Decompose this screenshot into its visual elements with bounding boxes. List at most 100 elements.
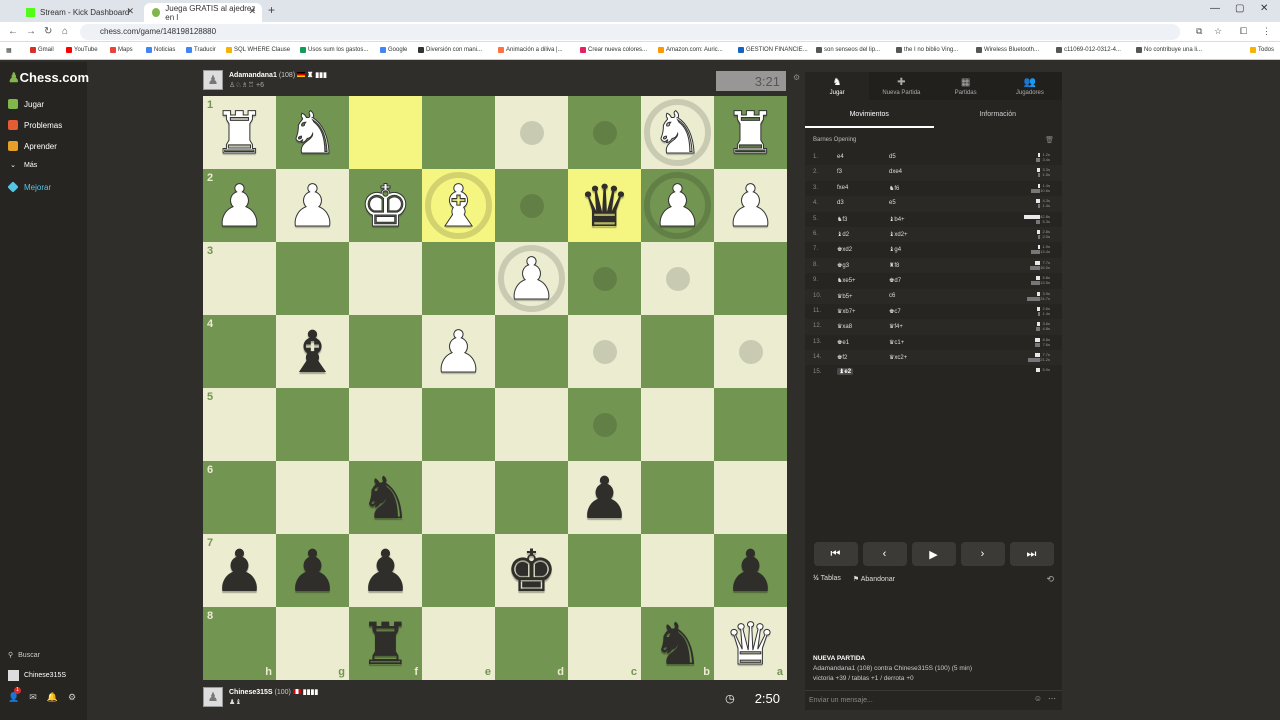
board-square[interactable]: ♝	[422, 169, 495, 242]
black-move[interactable]: ♛xc2+	[889, 354, 907, 361]
board-square[interactable]: ♝	[276, 315, 349, 388]
minimize-icon[interactable]: —	[1210, 3, 1220, 14]
white-pawn-icon[interactable]: ♟	[286, 176, 339, 235]
board-square[interactable]: 8h	[203, 607, 276, 680]
white-move[interactable]: f3	[837, 169, 842, 175]
bookmark-item[interactable]: Google	[380, 47, 407, 53]
white-pawn-icon[interactable]: ♟	[724, 176, 777, 235]
white-move[interactable]: ♞f3	[837, 216, 847, 223]
board-square[interactable]: ♟	[714, 169, 787, 242]
white-move[interactable]: ♛xa8	[837, 323, 852, 330]
white-move[interactable]: ♝d2	[837, 231, 849, 238]
bookmark-item[interactable]: Noticias	[146, 47, 175, 53]
black-bishop-icon[interactable]: ♝	[287, 323, 339, 381]
back-icon[interactable]: ←	[8, 26, 18, 37]
board-square[interactable]: ♟	[349, 534, 422, 607]
white-pawn-icon[interactable]: ♟	[213, 176, 266, 235]
menu-icon[interactable]: ⋮	[1262, 26, 1271, 37]
sidebar-item-mejorar[interactable]: Mejorar	[7, 181, 51, 193]
board-square[interactable]: ♟	[714, 534, 787, 607]
black-pawn-icon[interactable]: ♟	[725, 542, 777, 600]
white-king-icon[interactable]: ♚	[359, 176, 412, 235]
home-icon[interactable]: ⌂	[62, 26, 68, 37]
bookmark-item[interactable]: GESTION FINANCIE...	[738, 47, 808, 53]
install-icon[interactable]: ⧉	[1196, 26, 1202, 37]
url-input[interactable]: chess.com/game/148198128880	[80, 24, 1180, 40]
tab-partidas[interactable]: ▦ Partidas	[934, 72, 998, 100]
white-move[interactable]: ♚g3	[837, 262, 849, 269]
board-square[interactable]: 5	[203, 388, 276, 461]
white-move[interactable]: ♚e1	[837, 339, 849, 346]
board-square[interactable]: ♟	[422, 315, 495, 388]
bookmark-item[interactable]: the I no biblio Ving...	[896, 47, 958, 53]
black-move[interactable]: ♚c7	[889, 308, 901, 315]
move-hint-dot[interactable]	[592, 266, 617, 291]
board-square[interactable]	[641, 534, 714, 607]
sidebar-item-aprender[interactable]: Aprender	[8, 141, 57, 151]
black-move[interactable]: ♚d7	[889, 277, 901, 284]
bookmark-item[interactable]: YouTube	[66, 47, 98, 53]
board-square[interactable]: ♟	[276, 534, 349, 607]
bookmark-item[interactable]: Animación a diliva |...	[498, 47, 563, 53]
chess-board[interactable]: ♜ 1 ♞ ♞ ♜ ♟ 2 ♟ ♚ ♝ ♛ ♟ ♟ 3 ♟ 4 ♝ ♟ 5 6 ♞ ♟ ♟ 7 ♟ ♟ ♚ ♟ 8 h g ♜ f e d c ♞ b ♛ a	[203, 96, 787, 680]
board-square[interactable]	[641, 242, 714, 315]
board-square[interactable]: d	[495, 607, 568, 680]
bookmark-item[interactable]: Amazon.com: Auric...	[658, 47, 723, 53]
black-knight-icon[interactable]: ♞	[360, 469, 412, 527]
board-square[interactable]: g	[276, 607, 349, 680]
board-square[interactable]	[276, 388, 349, 461]
move-hint-dot[interactable]	[519, 120, 544, 145]
bookmark-item[interactable]: c11069-012-0312-4...	[1056, 47, 1121, 53]
avatar[interactable]: ♟	[203, 687, 223, 707]
board-square[interactable]	[349, 315, 422, 388]
board-square[interactable]	[641, 315, 714, 388]
bookmark-item[interactable]: Traducir	[186, 47, 216, 53]
white-move[interactable]: ♝e2	[837, 368, 854, 376]
trash-icon[interactable]: 🗑	[1045, 136, 1054, 144]
tab-movimientos[interactable]: Movimientos	[805, 106, 934, 128]
black-pawn-icon[interactable]: ♟	[579, 469, 631, 527]
emoji-icon[interactable]: ☺	[1034, 694, 1042, 703]
black-knight-icon[interactable]: ♞	[652, 615, 704, 673]
bookmark-item[interactable]: Maps	[110, 47, 133, 53]
more-icon[interactable]: ⋯	[1048, 694, 1056, 703]
messages-icon[interactable]: ✉	[29, 692, 37, 703]
board-square[interactable]: ♟	[495, 242, 568, 315]
white-move[interactable]: ♛xb7+	[837, 308, 856, 315]
board-square[interactable]: ♟	[568, 461, 641, 534]
white-knight-icon[interactable]: ♞	[286, 103, 339, 162]
bookmark-item[interactable]: son senseos del lip...	[816, 47, 880, 53]
move-hint-dot[interactable]	[592, 120, 617, 145]
bookmark-star-icon[interactable]: ☆	[1214, 26, 1222, 37]
black-pawn-icon[interactable]: ♟	[287, 542, 339, 600]
board-square[interactable]: ♞	[349, 461, 422, 534]
sidebar-item-mas[interactable]: ⌄ Más	[8, 161, 37, 170]
board-square[interactable]	[495, 96, 568, 169]
board-square[interactable]	[714, 461, 787, 534]
next-move-button[interactable]: ›	[960, 542, 1005, 566]
white-rook-icon[interactable]: ♜	[724, 103, 777, 162]
bookmark-item[interactable]: Usos sum los gastos...	[300, 47, 368, 53]
close-icon[interactable]: ✕	[248, 6, 256, 17]
tab-jugadores[interactable]: 👥 Jugadores	[998, 72, 1062, 100]
tab-jugar[interactable]: ♞ Jugar	[805, 72, 870, 100]
move-hint-dot[interactable]	[519, 193, 544, 218]
play-button[interactable]: ▶	[911, 542, 956, 566]
board-square[interactable]	[495, 388, 568, 461]
top-player-name[interactable]: Adamandana1 (108) ♜ ▮▮▮	[229, 71, 327, 79]
first-move-button[interactable]: ⏮	[813, 542, 858, 566]
move-hint-dot[interactable]	[592, 339, 617, 364]
white-move[interactable]: fxe4	[837, 185, 848, 191]
board-square[interactable]: 4	[203, 315, 276, 388]
reload-icon[interactable]: ↻	[44, 26, 52, 37]
board-square[interactable]: ♜	[714, 96, 787, 169]
board-square[interactable]: ♜ f	[349, 607, 422, 680]
black-move[interactable]: ♛c1+	[889, 339, 904, 346]
move-hint-ring[interactable]	[644, 99, 711, 166]
black-move[interactable]: dxe4	[889, 169, 902, 175]
extensions-icon[interactable]: ⧠	[1240, 26, 1247, 37]
bookmark-item[interactable]: SQL WHERE Clause	[226, 47, 290, 53]
previous-move-button[interactable]: ‹	[862, 542, 907, 566]
black-move[interactable]: ♛f4+	[889, 323, 903, 330]
board-square[interactable]	[714, 388, 787, 461]
